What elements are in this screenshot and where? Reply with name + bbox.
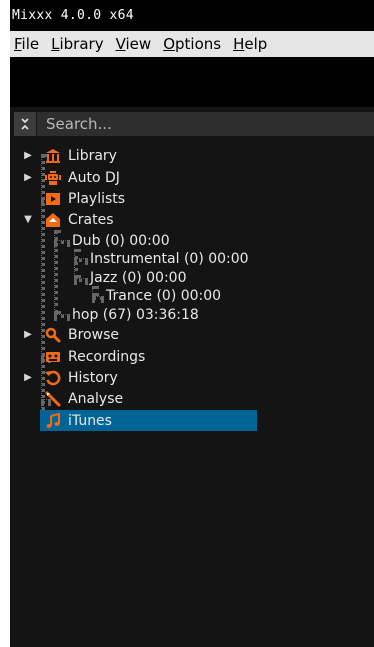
collapse-arrow-icon[interactable]: ▼ [22, 214, 34, 225]
cassette-icon [44, 348, 62, 366]
sidebar-item-browse[interactable]: ▶ Browse [22, 324, 119, 345]
toolbar-strip [10, 57, 374, 107]
tree-connector [92, 296, 104, 300]
collapse-toggle-icon[interactable] [14, 112, 36, 136]
menu-bar: File Library View Options Help [10, 31, 374, 57]
search-bar [14, 112, 374, 136]
analyse-icon [44, 390, 62, 408]
expand-arrow-icon[interactable]: ▶ [22, 372, 34, 383]
sidebar-item-playlists[interactable]: Playlists [22, 188, 125, 209]
music-note-icon [44, 412, 62, 430]
sidebar-item-autodj[interactable]: ▶ Auto DJ [22, 167, 120, 188]
history-icon [44, 369, 62, 387]
robot-icon [44, 169, 62, 187]
menu-file[interactable]: File [12, 35, 45, 53]
expand-arrow-icon[interactable]: ▶ [22, 150, 34, 161]
crate-item-instrumental[interactable]: Instrumental (0) 00:00 [90, 248, 249, 269]
playlist-icon [44, 190, 62, 208]
expand-arrow-icon[interactable]: ▶ [22, 172, 34, 183]
tree-connector [54, 240, 70, 244]
sidebar-item-library[interactable]: ▶ Library [22, 145, 117, 166]
tree-connector [74, 258, 88, 262]
search-input[interactable] [36, 112, 374, 136]
tree-connector [74, 249, 78, 278]
window-title: Mixxx 4.0.0 x64 [10, 0, 374, 31]
menu-library[interactable]: Library [49, 35, 109, 53]
sidebar-item-recordings[interactable]: Recordings [22, 346, 145, 367]
menu-options[interactable]: Options [161, 35, 227, 53]
sidebar-item-analyse[interactable]: Analyse [22, 388, 123, 409]
expand-arrow-icon[interactable]: ▶ [22, 329, 34, 340]
crate-icon [44, 211, 62, 229]
sidebar-item-crates[interactable]: ▼ Crates [22, 209, 113, 230]
sidebar-item-itunes[interactable]: iTunes [40, 410, 257, 431]
tree-connector [54, 314, 70, 318]
library-icon [44, 147, 62, 165]
app-window: Mixxx 4.0.0 x64 File Library View Option… [10, 0, 374, 647]
crate-item-trance[interactable]: Trance (0) 00:00 [106, 285, 221, 306]
menu-view[interactable]: View [114, 35, 158, 53]
tree-connector [74, 278, 88, 282]
sidebar-tree: ▶ Library ▶ Auto DJ Playlists ▼ Crates D… [10, 140, 374, 640]
menu-help[interactable]: Help [231, 35, 273, 53]
sidebar-item-history[interactable]: ▶ History [22, 367, 118, 388]
crate-item-hop[interactable]: hop (67) 03:36:18 [72, 304, 199, 325]
magnifier-icon [44, 326, 62, 344]
